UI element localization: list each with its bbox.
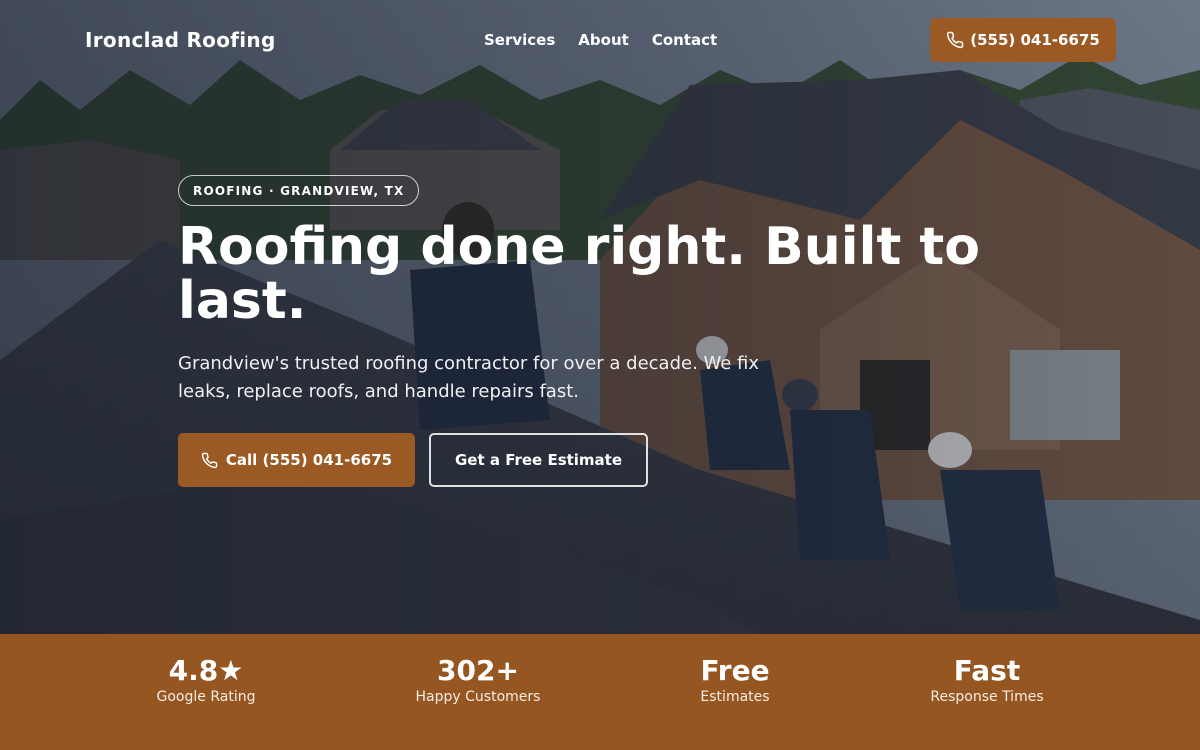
- stat-response: Fast Response Times: [867, 654, 1107, 706]
- stats-bar: 4.8★ Google Rating 302+ Happy Customers …: [0, 634, 1200, 750]
- top-nav: Ironclad Roofing Services About Contact …: [0, 0, 1200, 80]
- nav-link-contact[interactable]: Contact: [652, 31, 717, 49]
- stat-value: 302+: [437, 654, 519, 687]
- call-button[interactable]: Call (555) 041-6675: [178, 433, 415, 487]
- stat-label: Google Rating: [156, 689, 256, 705]
- nav-phone-label: (555) 041-6675: [970, 31, 1100, 49]
- stat-value: 4.8★: [168, 654, 244, 687]
- phone-icon: [201, 452, 218, 468]
- stat-label: Happy Customers: [415, 689, 541, 705]
- hero-subtitle: Grandview's trusted roofing contractor f…: [178, 353, 760, 402]
- stat-value: Fast: [953, 654, 1021, 687]
- location-badge: ROOFING · GRANDVIEW, TX: [178, 175, 420, 206]
- phone-icon: [947, 31, 964, 49]
- stat-rating: 4.8★ Google Rating: [86, 654, 326, 706]
- nav-links: Services About Contact: [484, 31, 717, 49]
- brand-logo[interactable]: Ironclad Roofing: [85, 28, 276, 52]
- nav-phone-button[interactable]: (555) 041-6675: [930, 18, 1116, 62]
- hero-headline: Roofing done right. Built to last.: [178, 217, 980, 331]
- call-button-label: Call (555) 041-6675: [225, 451, 393, 469]
- nav-link-about[interactable]: About: [578, 31, 629, 49]
- stat-label: Response Times: [930, 689, 1044, 705]
- hero-section: Ironclad Roofing Services About Contact …: [0, 0, 1200, 634]
- stat-label: Estimates: [700, 689, 770, 705]
- nav-link-services[interactable]: Services: [484, 31, 555, 49]
- stat-value: Free: [700, 654, 770, 687]
- stat-customers: 302+ Happy Customers: [358, 654, 598, 706]
- stat-estimates: Free Estimates: [615, 654, 855, 706]
- free-estimate-button[interactable]: Get a Free Estimate: [429, 433, 648, 487]
